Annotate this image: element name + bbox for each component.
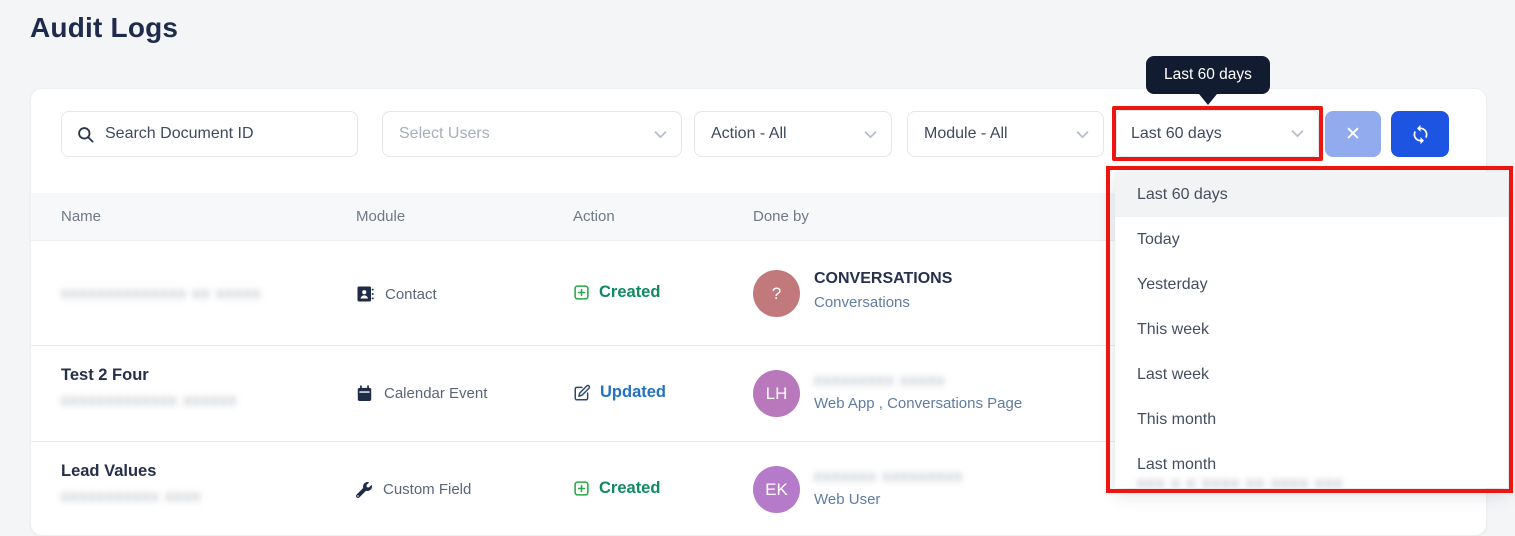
date-range-option[interactable]: Last week bbox=[1115, 352, 1508, 397]
module-filter-value: Module - All bbox=[924, 125, 1008, 143]
record-name: Lead Values bbox=[61, 462, 202, 481]
date-range-value: Last 60 days bbox=[1131, 125, 1222, 143]
chevron-down-icon bbox=[1076, 130, 1089, 139]
page-title: Audit Logs bbox=[30, 12, 178, 44]
done-by-subtitle: Conversations bbox=[814, 294, 952, 311]
action-filter-value: Action - All bbox=[711, 125, 787, 143]
column-header-module: Module bbox=[356, 208, 405, 225]
wrench-icon bbox=[356, 482, 372, 498]
avatar: ? bbox=[753, 270, 800, 317]
redacted-done-by-name: xxxxxxx xxxxxxxxx bbox=[814, 468, 964, 485]
created-plus-icon bbox=[573, 284, 590, 301]
date-range-menu: xxx x x xxxx xx xxxx xxx Last 60 days To… bbox=[1115, 172, 1508, 488]
select-users-placeholder: Select Users bbox=[399, 125, 490, 143]
column-header-done-by: Done by bbox=[753, 208, 809, 225]
date-range-option[interactable]: This month bbox=[1115, 397, 1508, 442]
select-users-dropdown[interactable]: Select Users bbox=[382, 111, 682, 157]
tooltip-text: Last 60 days bbox=[1164, 66, 1252, 83]
tooltip: Last 60 days bbox=[1146, 56, 1270, 94]
refresh-icon bbox=[1410, 124, 1431, 145]
redacted-clipped-option: xxx x x xxxx xx xxxx xxx bbox=[1137, 475, 1344, 488]
chevron-down-icon bbox=[864, 130, 877, 139]
redacted-done-by-name: xxxxxxxxx xxxxx bbox=[814, 372, 1022, 389]
search-icon bbox=[76, 125, 95, 144]
refresh-button[interactable] bbox=[1391, 111, 1449, 157]
action-label: Created bbox=[599, 479, 660, 498]
done-by-subtitle: Web User bbox=[814, 491, 964, 508]
search-input[interactable]: Search Document ID bbox=[61, 111, 358, 157]
date-range-option[interactable]: Last 60 days bbox=[1115, 172, 1508, 217]
done-by-subtitle: Web App , Conversations Page bbox=[814, 395, 1022, 412]
redacted-subtitle: xxxxxxxxxxxxx xxxxxx bbox=[61, 392, 238, 409]
chevron-down-icon bbox=[654, 130, 667, 139]
action-label: Created bbox=[599, 283, 660, 302]
module-filter-dropdown[interactable]: Module - All bbox=[907, 111, 1104, 157]
date-range-highlight: Last 60 days bbox=[1112, 106, 1323, 161]
date-range-dropdown[interactable]: Last 60 days bbox=[1116, 110, 1319, 157]
avatar: LH bbox=[753, 370, 800, 417]
done-by-name: CONVERSATIONS bbox=[814, 270, 952, 288]
updated-pencil-icon bbox=[573, 384, 591, 402]
clear-filters-button[interactable]: ✕ bbox=[1325, 111, 1381, 157]
action-filter-dropdown[interactable]: Action - All bbox=[694, 111, 892, 157]
date-range-option[interactable]: Today bbox=[1115, 217, 1508, 262]
calendar-icon bbox=[356, 385, 373, 402]
created-plus-icon bbox=[573, 480, 590, 497]
contact-book-icon bbox=[356, 285, 374, 303]
avatar: EK bbox=[753, 466, 800, 513]
date-range-option[interactable]: This week bbox=[1115, 307, 1508, 352]
action-label: Updated bbox=[600, 383, 666, 402]
column-header-action: Action bbox=[573, 208, 615, 225]
date-range-option[interactable]: Yesterday bbox=[1115, 262, 1508, 307]
search-placeholder: Search Document ID bbox=[105, 125, 254, 143]
record-name: Test 2 Four bbox=[61, 366, 238, 385]
redacted-name: xxxxxxxxxxxxxx xx xxxxx bbox=[61, 285, 261, 302]
close-icon: ✕ bbox=[1345, 123, 1361, 146]
column-header-name: Name bbox=[61, 208, 101, 225]
module-label: Calendar Event bbox=[384, 385, 487, 402]
redacted-subtitle: xxxxxxxxxxx xxxx bbox=[61, 488, 202, 505]
module-label: Contact bbox=[385, 286, 437, 303]
module-label: Custom Field bbox=[383, 481, 471, 498]
chevron-down-icon bbox=[1291, 129, 1304, 138]
